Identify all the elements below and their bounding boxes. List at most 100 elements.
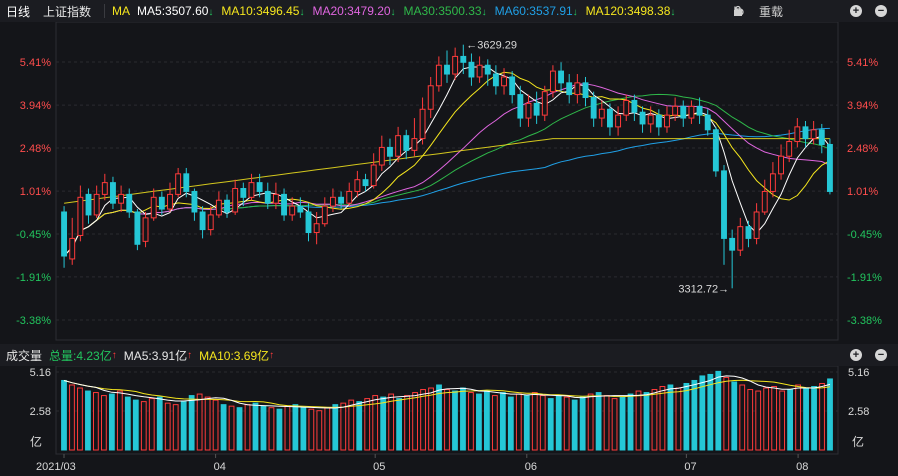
candle-body bbox=[134, 211, 141, 245]
volume-bar bbox=[755, 390, 762, 451]
volume-bar bbox=[412, 392, 418, 451]
volume-bar bbox=[356, 401, 363, 451]
lock-icon[interactable] bbox=[733, 4, 810, 18]
candle bbox=[305, 203, 312, 242]
candle-body bbox=[346, 190, 353, 204]
volume-bar bbox=[484, 390, 490, 451]
candle bbox=[549, 65, 556, 98]
y-tick-label-left: 3.94% bbox=[20, 100, 51, 112]
volume-bar bbox=[308, 408, 315, 451]
candle-body bbox=[794, 126, 801, 143]
candle bbox=[631, 94, 638, 121]
undo-icon[interactable] bbox=[734, 4, 837, 18]
tab-daily[interactable]: 日线 bbox=[0, 3, 36, 20]
x-axis-label: 05 bbox=[373, 461, 385, 473]
candle-body bbox=[769, 173, 776, 192]
candle-body bbox=[224, 199, 230, 213]
indicator-name[interactable]: MA bbox=[112, 4, 130, 18]
volume-bar bbox=[148, 398, 155, 451]
zoom-in-icon[interactable]: + bbox=[850, 349, 862, 361]
candle bbox=[639, 106, 646, 133]
volume-bar bbox=[651, 389, 658, 451]
volume-bar bbox=[739, 384, 746, 451]
zoom-out-icon[interactable]: − bbox=[875, 5, 887, 17]
zoom-out-icon[interactable]: − bbox=[875, 349, 887, 361]
ma-value: MA20:3479.20 bbox=[312, 4, 391, 18]
candle-body bbox=[574, 82, 581, 96]
y-tick-label-right: 3.94% bbox=[847, 100, 878, 112]
ma-value: MA60:3537.91 bbox=[494, 4, 573, 18]
volume-bar bbox=[531, 392, 538, 451]
candle-body bbox=[688, 105, 695, 119]
volume-bar bbox=[180, 401, 187, 451]
candle bbox=[93, 185, 100, 218]
volume-bar bbox=[268, 407, 275, 451]
volume-bar bbox=[156, 396, 163, 451]
volume-tick-right: 2.58 bbox=[848, 406, 869, 418]
candle-body bbox=[85, 193, 92, 216]
volume-bar bbox=[364, 398, 371, 451]
volume-bar bbox=[284, 405, 291, 451]
candle-body bbox=[818, 129, 825, 145]
reset-button[interactable]: 重载 bbox=[759, 3, 783, 20]
candle bbox=[158, 191, 165, 215]
candle bbox=[224, 194, 230, 218]
candle-body bbox=[395, 135, 402, 157]
x-axis-label: 06 bbox=[525, 461, 537, 473]
candle-body bbox=[786, 141, 793, 157]
candle-body bbox=[191, 190, 198, 213]
candle-body bbox=[126, 193, 133, 213]
candle-body bbox=[387, 146, 393, 157]
y-tick-label-left: 5.41% bbox=[20, 57, 51, 69]
zoom-in-icon[interactable]: + bbox=[850, 5, 862, 17]
candle-body bbox=[810, 129, 817, 140]
y-tick-label-left: -1.91% bbox=[16, 272, 51, 284]
volume-bar bbox=[667, 384, 674, 451]
volume-total: 总量:4.23亿 bbox=[49, 348, 112, 363]
candle-body bbox=[110, 182, 116, 204]
ma-value: MA5:3507.60 bbox=[137, 4, 209, 18]
candle bbox=[452, 47, 459, 80]
candle-body bbox=[142, 217, 149, 242]
volume-bar bbox=[164, 402, 171, 451]
candle bbox=[321, 197, 328, 227]
volume-bar bbox=[396, 398, 403, 451]
candle bbox=[761, 179, 768, 215]
candle-body bbox=[281, 193, 287, 216]
candle bbox=[150, 188, 157, 221]
volume-bar bbox=[635, 390, 642, 451]
candle-body bbox=[240, 188, 247, 198]
candle bbox=[370, 153, 377, 189]
candle-body bbox=[167, 193, 173, 210]
x-axis-label: 07 bbox=[684, 461, 696, 473]
volume-bar bbox=[779, 390, 786, 451]
candle bbox=[566, 74, 573, 104]
candle bbox=[207, 206, 214, 236]
volume-bar bbox=[587, 393, 594, 451]
candle-body bbox=[476, 64, 483, 78]
volume-bar bbox=[260, 405, 267, 451]
candle bbox=[492, 65, 499, 95]
volume-bar bbox=[204, 396, 211, 451]
candle-body bbox=[69, 237, 76, 260]
volume-bar bbox=[627, 393, 634, 451]
volume-bar bbox=[228, 405, 235, 451]
volume-bar bbox=[324, 407, 331, 451]
candle-body bbox=[338, 196, 345, 204]
volume-chart[interactable]: 5.16 5.16 2.58 2.58 亿 亿 2021/03 04 05 06 07 08 bbox=[0, 366, 898, 476]
volume-tick-right: 5.16 bbox=[848, 367, 869, 379]
volume-bar bbox=[563, 396, 570, 451]
candle bbox=[533, 91, 540, 124]
volume-bar bbox=[547, 398, 554, 451]
candle-body bbox=[199, 211, 206, 231]
price-chart[interactable]: 5.41% 5.41% 3.94% 3.94% 2.48% 2.48% 1.01% 1.01%… bbox=[0, 22, 898, 344]
candle bbox=[69, 217, 76, 265]
candle bbox=[696, 97, 703, 124]
candle-body bbox=[419, 108, 426, 140]
volume-bar bbox=[491, 395, 498, 451]
volume-bar bbox=[507, 396, 514, 451]
candle-body bbox=[517, 94, 524, 119]
y-tick-label-right: -3.38% bbox=[847, 315, 882, 327]
candle-body bbox=[427, 85, 434, 110]
candle-body bbox=[639, 111, 646, 125]
